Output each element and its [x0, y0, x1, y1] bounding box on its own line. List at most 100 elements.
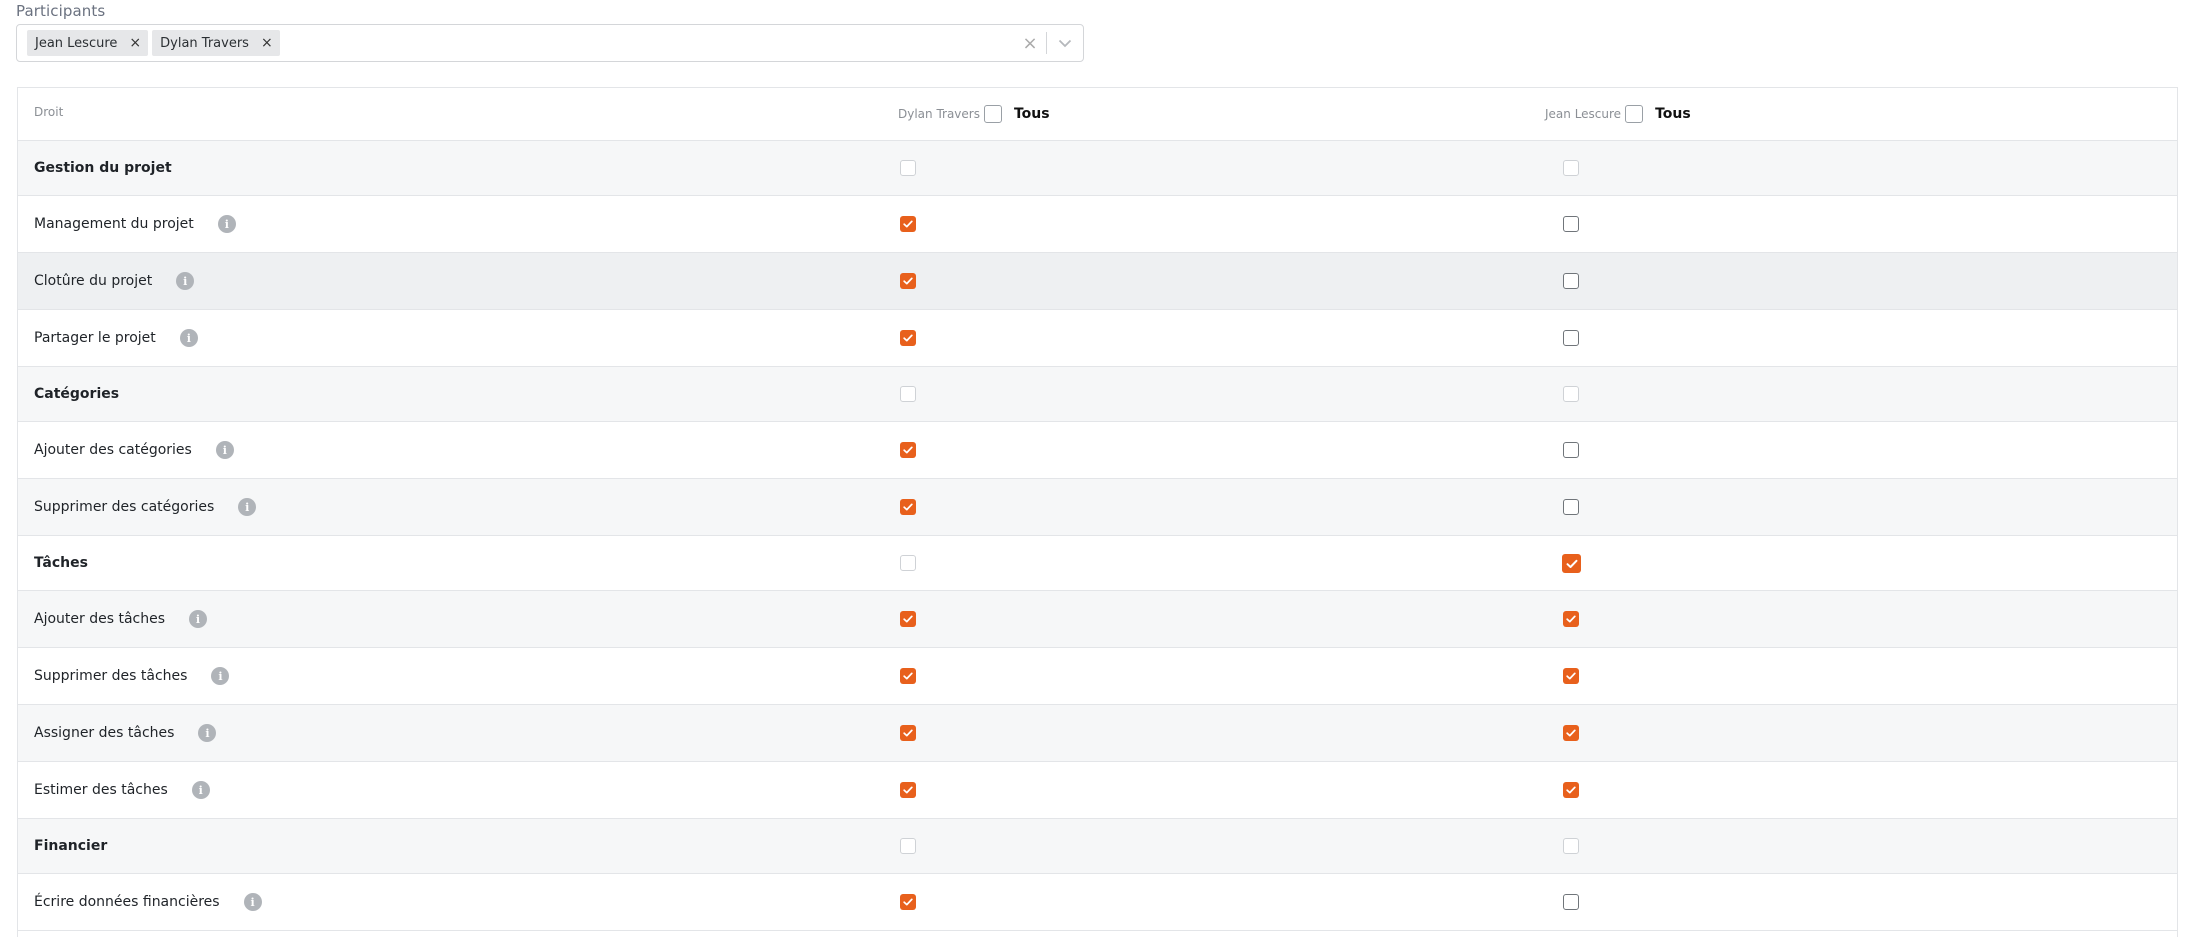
permission-checkbox-jean[interactable]	[1563, 160, 1579, 176]
select-all-checkbox[interactable]	[983, 105, 1002, 123]
info-icon[interactable]: i	[211, 667, 230, 685]
row-label: Écrire données financières	[34, 894, 220, 910]
participant-chip: Jean Lescure ×	[27, 30, 149, 56]
permission-checkbox-jean[interactable]	[1563, 782, 1579, 798]
info-icon[interactable]: i	[179, 329, 198, 347]
checkmark-icon	[903, 898, 913, 906]
info-icon[interactable]: i	[176, 272, 195, 290]
info-icon[interactable]: i	[217, 215, 236, 233]
table-group-row: Financier	[18, 819, 2177, 874]
permission-checkbox-dylan[interactable]	[900, 160, 916, 176]
table-row: Ajouter des tâches i	[18, 591, 2177, 648]
info-icon[interactable]: i	[198, 724, 217, 742]
permission-checkbox-dylan[interactable]	[900, 442, 916, 458]
permission-checkbox-dylan[interactable]	[900, 838, 916, 854]
permission-checkbox-dylan[interactable]	[900, 330, 916, 346]
permission-checkbox-jean[interactable]	[1563, 386, 1579, 402]
table-row: Clotûre du projet i	[18, 253, 2177, 310]
checkmark-icon	[1566, 672, 1576, 680]
row-label: Financier	[34, 838, 108, 854]
row-label: Ajouter des tâches	[34, 611, 166, 627]
participants-select[interactable]: Jean Lescure × Dylan Travers × ×	[16, 24, 1084, 62]
checkmark-icon	[903, 615, 913, 623]
table-body: Gestion du projet Management du projet i Cl…	[18, 141, 2177, 931]
info-icon[interactable]: i	[215, 441, 234, 459]
permission-checkbox-dylan[interactable]	[900, 216, 916, 232]
row-label-cell: Partager le projet i	[34, 310, 198, 366]
permission-checkbox-jean[interactable]	[1563, 442, 1579, 458]
row-label: Estimer des tâches	[34, 782, 168, 798]
header-all-label: Tous	[1655, 106, 1691, 122]
permission-checkbox-dylan[interactable]	[900, 894, 916, 910]
row-label-cell: Supprimer des tâches i	[34, 648, 230, 704]
permission-checkbox-dylan[interactable]	[900, 725, 916, 741]
header-user-name: Dylan Travers	[898, 107, 980, 121]
checkmark-icon	[1566, 615, 1576, 623]
clear-icon[interactable]: ×	[1014, 33, 1046, 54]
header-column-dylan: Dylan Travers Tous	[898, 105, 1050, 123]
header-all-label: Tous	[1013, 106, 1050, 122]
row-label: Clotûre du projet	[34, 273, 153, 289]
checkmark-icon	[1566, 786, 1576, 794]
header-user-name: Jean Lescure	[1545, 107, 1622, 121]
row-label-cell: Assigner des tâches i	[34, 705, 217, 761]
permission-checkbox-dylan[interactable]	[900, 273, 916, 289]
checkmark-icon	[1566, 729, 1576, 737]
row-label: Supprimer des tâches	[34, 668, 188, 684]
row-label-cell: Management du projet i	[34, 196, 236, 252]
row-label: Partager le projet	[34, 330, 156, 346]
permission-checkbox-dylan[interactable]	[900, 668, 916, 684]
permission-checkbox-jean[interactable]	[1563, 894, 1579, 910]
row-label-cell: Clotûre du projet i	[34, 253, 195, 309]
row-label-cell: Ajouter des catégories i	[34, 422, 234, 478]
table-group-row: Tâches	[18, 536, 2177, 591]
participant-chip-label: Dylan Travers	[160, 35, 249, 51]
table-row: Ajouter des catégories i	[18, 422, 2177, 479]
participant-chip: Dylan Travers ×	[152, 30, 280, 56]
select-all-checkbox[interactable]	[1625, 105, 1644, 123]
permissions-table: Droit Dylan Travers Tous Jean Lescure To…	[17, 87, 2178, 937]
row-label: Assigner des tâches	[34, 725, 175, 741]
checkmark-icon	[903, 334, 913, 342]
table-row: Supprimer des catégories i	[18, 479, 2177, 536]
checkmark-icon	[1566, 559, 1577, 568]
participants-label: Participants	[16, 2, 106, 20]
permission-checkbox-jean[interactable]	[1563, 273, 1579, 289]
permission-checkbox-jean[interactable]	[1563, 611, 1579, 627]
permission-checkbox-dylan[interactable]	[900, 611, 916, 627]
checkmark-icon	[903, 672, 913, 680]
permission-checkbox-dylan[interactable]	[900, 499, 916, 515]
close-icon[interactable]: ×	[261, 36, 273, 50]
permission-checkbox-jean[interactable]	[1563, 725, 1579, 741]
info-icon[interactable]: i	[191, 781, 210, 799]
table-row: Management du projet i	[18, 196, 2177, 253]
permission-checkbox-jean[interactable]	[1562, 554, 1581, 573]
permission-checkbox-dylan[interactable]	[900, 782, 916, 798]
checkmark-icon	[903, 729, 913, 737]
info-icon[interactable]: i	[243, 893, 262, 911]
permission-checkbox-jean[interactable]	[1563, 499, 1579, 515]
permission-checkbox-dylan[interactable]	[900, 386, 916, 402]
permission-checkbox-dylan[interactable]	[900, 555, 916, 571]
row-label: Gestion du projet	[34, 160, 172, 176]
checkmark-icon	[903, 503, 913, 511]
permission-checkbox-jean[interactable]	[1563, 330, 1579, 346]
header-droit: Droit	[34, 105, 64, 119]
chevron-down-icon[interactable]	[1047, 39, 1083, 48]
permission-checkbox-jean[interactable]	[1563, 216, 1579, 232]
checkmark-icon	[903, 220, 913, 228]
info-icon[interactable]: i	[238, 498, 257, 516]
header-column-jean: Jean Lescure Tous	[1545, 105, 1691, 123]
row-label-cell: Gestion du projet	[34, 141, 172, 195]
permission-checkbox-jean[interactable]	[1563, 838, 1579, 854]
table-group-row: Gestion du projet	[18, 141, 2177, 196]
close-icon[interactable]: ×	[129, 36, 141, 50]
table-row: Supprimer des tâches i	[18, 648, 2177, 705]
info-icon[interactable]: i	[189, 610, 208, 628]
table-row: Écrire données financières i	[18, 874, 2177, 931]
row-label-cell: Financier	[34, 819, 107, 873]
row-label: Management du projet	[34, 216, 194, 232]
row-label: Tâches	[34, 555, 88, 571]
row-label-cell: Écrire données financières i	[34, 874, 262, 930]
permission-checkbox-jean[interactable]	[1563, 668, 1579, 684]
